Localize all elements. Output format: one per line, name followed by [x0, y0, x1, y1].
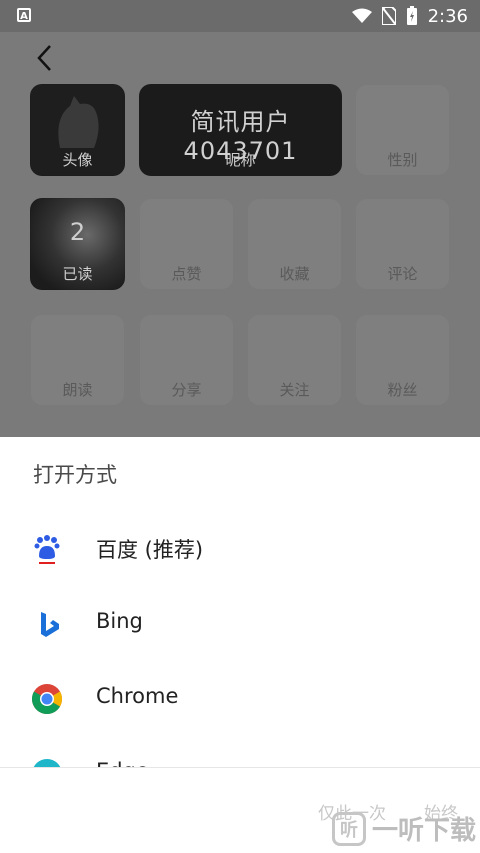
avatar-tile[interactable]: 头像 — [30, 84, 125, 176]
nickname-label: 昵称 — [225, 151, 256, 169]
favorite-label: 收藏 — [279, 265, 310, 283]
app-row-chrome[interactable]: Chrome — [0, 669, 480, 729]
gender-tile[interactable]: 性别 — [355, 84, 450, 176]
read-tile[interactable]: 2 已读 — [30, 198, 125, 290]
gender-label: 性别 — [387, 151, 418, 169]
status-icons: 2:36 — [351, 4, 468, 28]
edge-icon — [33, 759, 61, 767]
readaloud-tile[interactable]: 朗读 — [30, 314, 125, 406]
read-count: 2 — [69, 218, 86, 246]
battery-icon — [406, 6, 417, 25]
watermark-logo-icon: 听 — [331, 811, 366, 846]
sheet-title: 打开方式 — [33, 463, 117, 487]
share-tile[interactable]: 分享 — [139, 314, 234, 406]
like-label: 点赞 — [171, 265, 202, 283]
avatar-cat-icon — [58, 96, 99, 148]
bing-icon — [41, 612, 59, 637]
comment-tile[interactable]: 评论 — [355, 198, 450, 290]
read-label: 已读 — [62, 265, 93, 283]
comment-label: 评论 — [387, 265, 418, 283]
no-sim-icon — [381, 7, 396, 25]
app-name-bing: Bing — [96, 609, 143, 633]
wifi-icon — [351, 8, 372, 23]
follow-tile[interactable]: 关注 — [247, 314, 342, 406]
share-label: 分享 — [171, 381, 202, 399]
app-row-bing[interactable]: Bing — [0, 594, 480, 654]
app-name-edge: Edge — [96, 759, 149, 767]
app-name-baidu: 百度 (推荐) — [96, 538, 204, 562]
chrome-icon — [31, 684, 63, 715]
fans-tile[interactable]: 粉丝 — [355, 314, 450, 406]
app-row-edge[interactable]: Edge — [0, 744, 480, 767]
watermark-text: 一听下载 — [371, 816, 476, 846]
like-tile[interactable]: 点赞 — [139, 198, 234, 290]
watermark: 听 一听下载 — [331, 810, 476, 847]
status-bar: A 2:36 — [0, 0, 480, 32]
back-button[interactable] — [30, 40, 60, 76]
sheet-divider — [0, 767, 480, 768]
open-with-sheet: 打开方式 百度 (推荐) Bing Chrome Edge — [0, 437, 480, 853]
notification-icon: A — [17, 8, 31, 22]
readaloud-label: 朗读 — [62, 381, 93, 399]
favorite-tile[interactable]: 收藏 — [247, 198, 342, 290]
avatar-label: 头像 — [62, 151, 93, 169]
fans-label: 粉丝 — [387, 381, 418, 399]
back-arrow-icon — [37, 45, 51, 71]
app-name-chrome: Chrome — [96, 684, 179, 708]
nickname-tile[interactable]: 简讯用户4043701 昵称 — [139, 84, 342, 176]
baidu-icon — [34, 535, 60, 564]
follow-label: 关注 — [279, 381, 310, 399]
app-row-baidu[interactable]: 百度 (推荐) — [0, 519, 480, 579]
clock: 2:36 — [427, 5, 468, 27]
